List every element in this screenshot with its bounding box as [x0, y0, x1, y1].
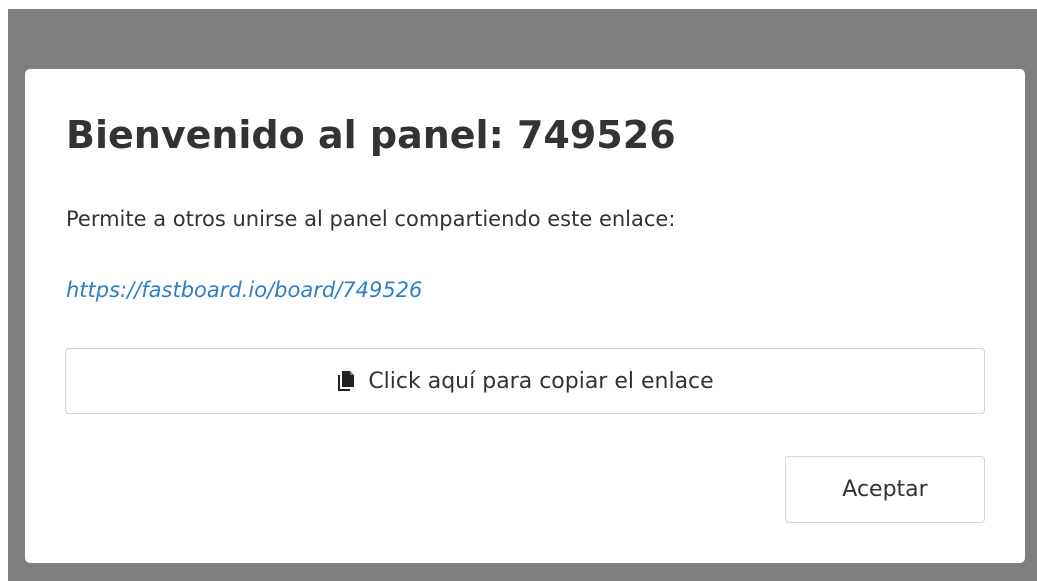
accept-button-label: Aceptar	[842, 477, 928, 502]
accept-button[interactable]: Aceptar	[785, 456, 985, 523]
share-link[interactable]: https://fastboard.io/board/749526	[66, 278, 422, 302]
copy-icon	[336, 369, 356, 393]
welcome-dialog: Bienvenido al panel: 749526 Permite a ot…	[25, 69, 1025, 563]
dialog-title: Bienvenido al panel: 749526	[66, 113, 676, 157]
share-description: Permite a otros unirse al panel comparti…	[66, 207, 676, 231]
copy-link-label: Click aquí para copiar el enlace	[368, 368, 714, 394]
copy-link-button[interactable]: Click aquí para copiar el enlace	[65, 348, 985, 414]
